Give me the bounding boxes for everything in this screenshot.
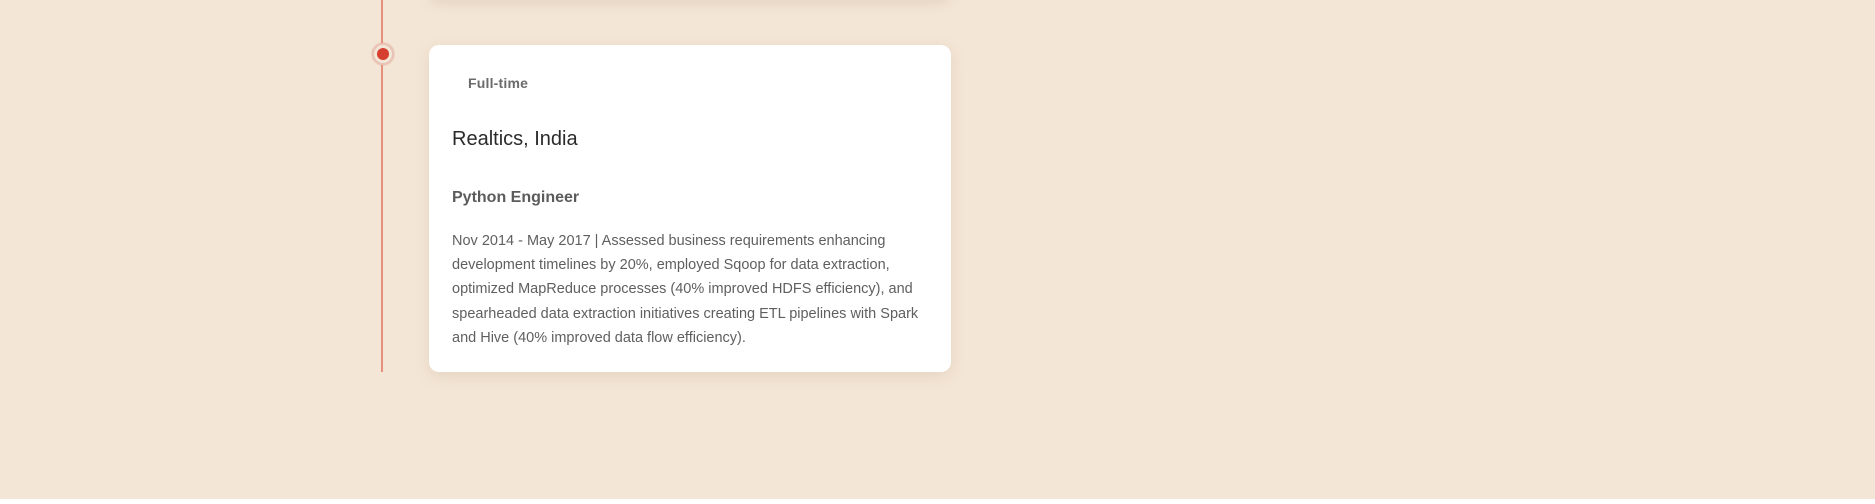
- employment-type-tag: Full-time: [468, 75, 529, 91]
- timeline-dot-icon: [372, 43, 394, 65]
- job-description: Nov 2014 - May 2017 | Assessed business …: [452, 233, 919, 346]
- page-bottom-strip: [0, 499, 1875, 504]
- experience-section: Full-time Realtics, India Python Enginee…: [0, 0, 1875, 499]
- experience-card: Full-time Realtics, India Python Enginee…: [429, 45, 951, 372]
- company-name: Realtics, India: [452, 128, 578, 150]
- job-title: Python Engineer: [452, 189, 580, 206]
